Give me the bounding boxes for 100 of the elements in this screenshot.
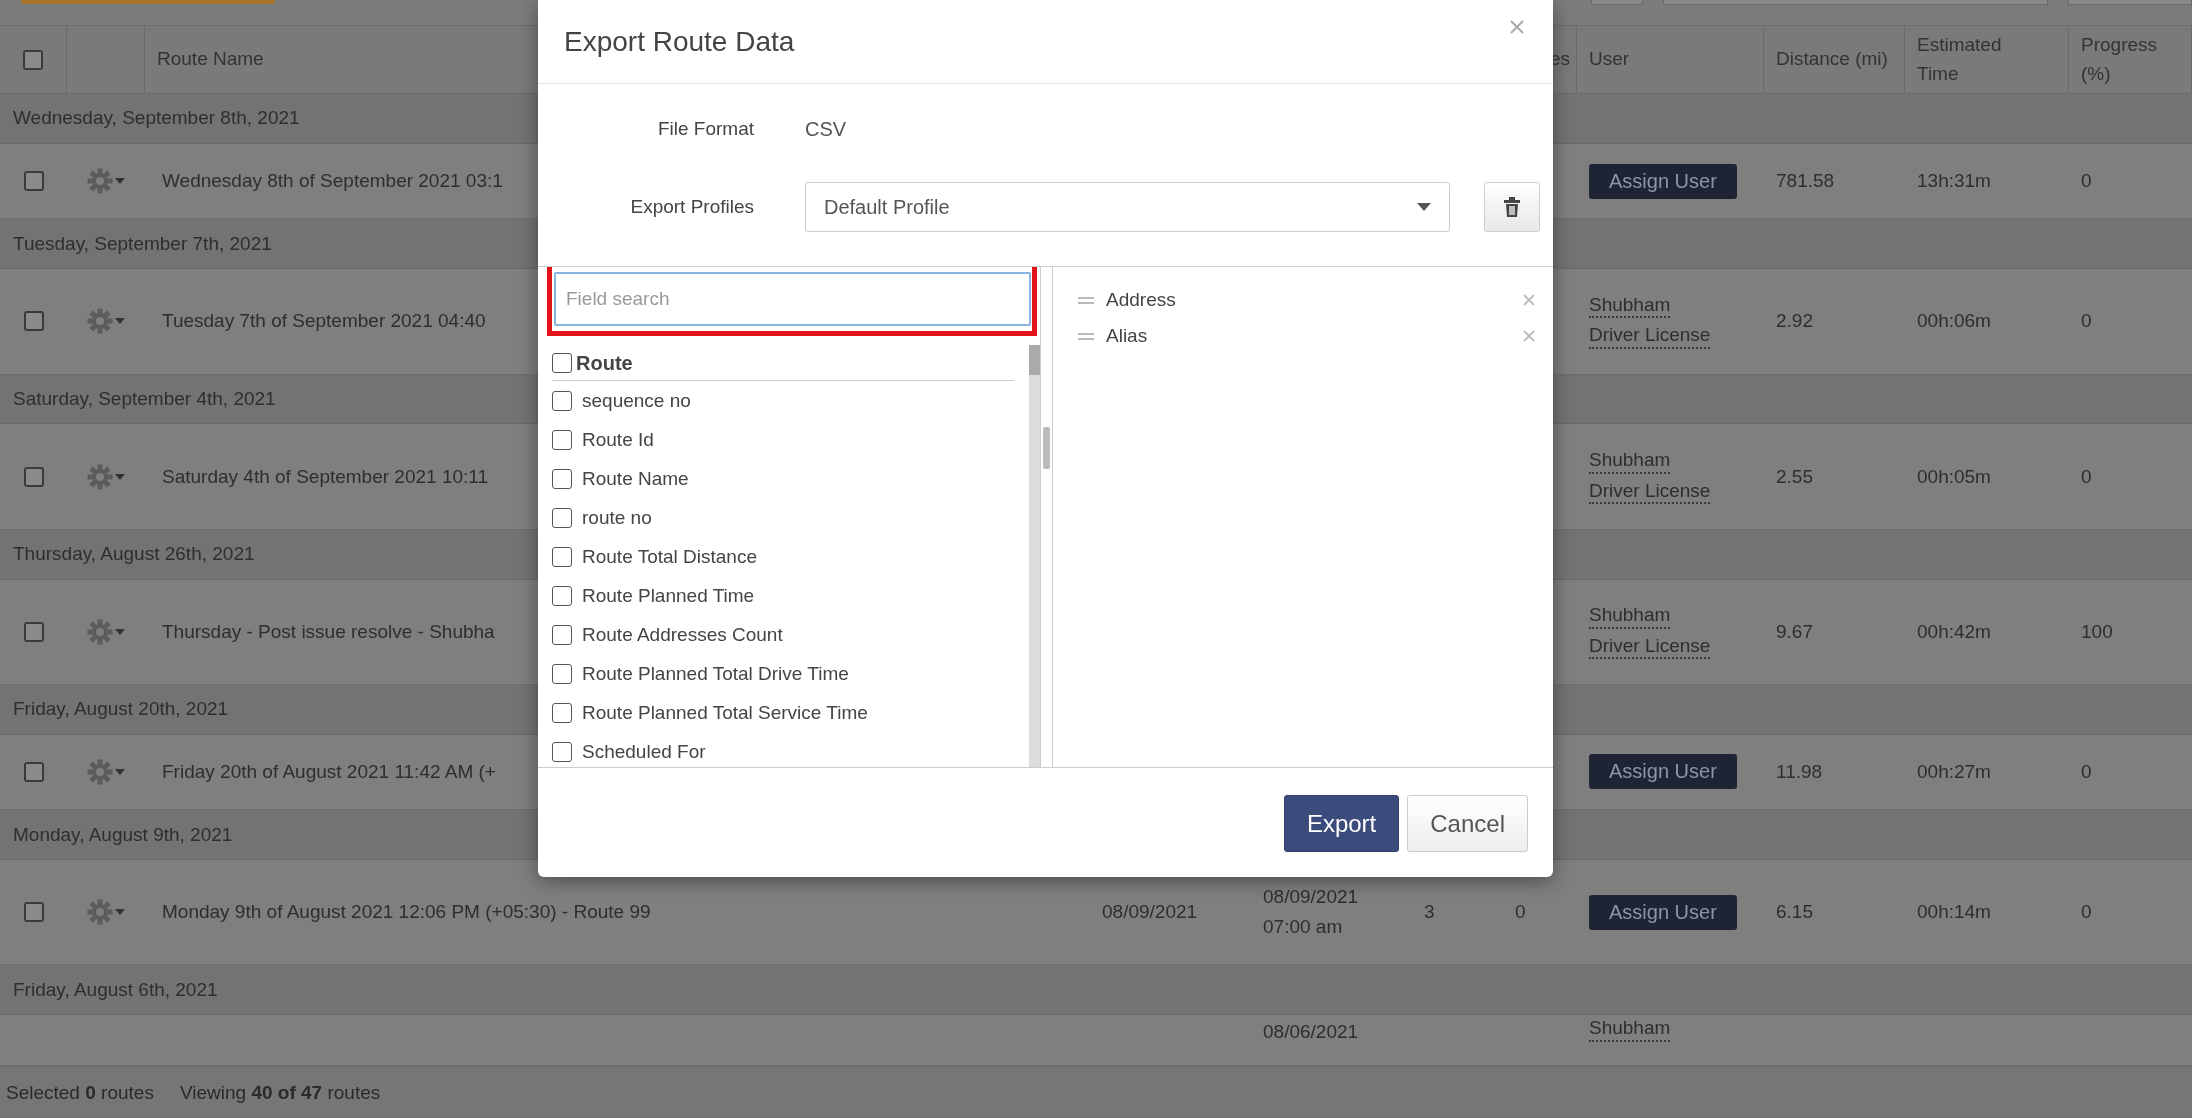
checkbox[interactable]: [552, 663, 572, 684]
route-name[interactable]: Wednesday 8th of September 2021 03:1: [162, 170, 503, 193]
route-name[interactable]: Friday 20th of August 2021 11:42 AM (+: [162, 761, 496, 783]
checkbox[interactable]: [552, 429, 572, 450]
selected-field[interactable]: Alias: [1106, 325, 1511, 347]
checkbox[interactable]: [552, 390, 572, 411]
field-search-input[interactable]: Field search: [554, 272, 1031, 326]
checkbox[interactable]: [552, 741, 572, 762]
user-link[interactable]: Driver License: [1589, 479, 1711, 505]
field-label: Export Profiles: [629, 196, 754, 218]
route-name[interactable]: Monday 9th of August 2021 12:06 PM (+05:30) - Route 99: [162, 901, 651, 924]
assign-user-button[interactable]: Assign User: [1589, 894, 1737, 930]
field-label: Route Planned Total Drive Time: [582, 662, 849, 685]
close-button[interactable]: [1509, 18, 1525, 35]
user-link[interactable]: Driver License: [1589, 634, 1711, 660]
selected-field[interactable]: Address: [1106, 289, 1511, 311]
scroll-thumb[interactable]: [1029, 345, 1040, 375]
checkbox[interactable]: [23, 311, 44, 332]
route-name[interactable]: Thursday - Post issue resolve - Shubha: [162, 620, 495, 643]
field-value: CSV: [805, 117, 847, 141]
user-link[interactable]: Shubham: [1589, 603, 1671, 629]
settings-dropdown[interactable]: [87, 899, 125, 926]
cancel-button[interactable]: Cancel: [1407, 795, 1528, 852]
table-cell: 00h:42m: [1917, 620, 1991, 643]
checkbox[interactable]: [552, 546, 572, 567]
caret-icon: [115, 318, 125, 325]
table-cell-text: 08/06/2021: [1263, 1020, 1359, 1045]
checkbox[interactable]: [23, 49, 43, 70]
remove-button[interactable]: [1523, 294, 1535, 306]
gear-icon: [87, 308, 113, 335]
field-label: Route Id: [582, 428, 654, 451]
table-cell: 11.98: [1776, 761, 1823, 783]
export-button[interactable]: Export: [1283, 795, 1400, 852]
table-cell: 6.15: [1776, 901, 1813, 924]
gear-icon: [87, 618, 113, 645]
user-link[interactable]: Shubham: [1589, 448, 1671, 474]
close-icon: [1523, 330, 1535, 342]
checkbox[interactable]: [23, 902, 44, 923]
resize-handle[interactable]: [1043, 427, 1050, 469]
user-link[interactable]: Shubham: [1589, 1017, 1671, 1043]
column-header[interactable]: Estimated Time: [1917, 31, 2029, 88]
settings-dropdown[interactable]: [87, 308, 125, 335]
checkbox[interactable]: [552, 585, 572, 606]
caret-icon: [1417, 203, 1431, 211]
field-label: Route Addresses Count: [582, 623, 783, 646]
assign-user-button[interactable]: Assign User: [1589, 163, 1737, 199]
table-cell: 100: [2081, 620, 2113, 643]
gear-icon: [87, 759, 113, 785]
route-name[interactable]: Saturday 4th of September 2021 10:11: [162, 465, 489, 488]
checkbox[interactable]: [552, 468, 572, 489]
column-header[interactable]: Route Name: [157, 45, 264, 74]
checkbox[interactable]: [552, 624, 572, 645]
scrollbar[interactable]: [1029, 345, 1040, 767]
checkbox[interactable]: [552, 353, 572, 373]
settings-dropdown[interactable]: [87, 463, 125, 490]
gear-icon: [87, 463, 113, 490]
status-text: Viewing 40 of 47 routes: [179, 1081, 381, 1104]
checkbox[interactable]: [23, 171, 44, 192]
caret-icon: [115, 769, 125, 775]
group-header: Monday, August 9th, 2021: [13, 823, 233, 846]
checkbox[interactable]: [23, 621, 44, 642]
close-icon: [1523, 294, 1535, 306]
column-header[interactable]: Progress (%): [2081, 31, 2191, 88]
table-cell: 2.92: [1776, 310, 1813, 333]
trash-icon: [1503, 197, 1521, 217]
profile-dropdown[interactable]: Default Profile: [805, 182, 1450, 232]
field-label: Route Total Distance: [582, 545, 757, 568]
checkbox[interactable]: [23, 762, 44, 782]
table-cell: 2.55: [1776, 465, 1813, 488]
drag-handle-icon: [1078, 332, 1094, 340]
status-text: Selected 0 routes: [6, 1081, 154, 1104]
close-icon: [1509, 18, 1525, 35]
table-cell: 08/09/2021: [1102, 901, 1198, 924]
route-name[interactable]: Tuesday 7th of September 2021 04:40: [162, 310, 486, 333]
table-cell: 13h:31m: [1917, 170, 1991, 193]
settings-dropdown[interactable]: [87, 618, 125, 645]
group-label: Route: [576, 351, 633, 375]
assign-user-button[interactable]: Assign User: [1589, 754, 1737, 790]
column-header[interactable]: User: [1589, 45, 1630, 74]
group-header: Tuesday, September 7th, 2021: [13, 232, 272, 255]
table-cell: 0: [2081, 901, 2092, 924]
delete-button[interactable]: [1484, 182, 1540, 232]
table-cell: 0: [2081, 761, 2092, 783]
settings-dropdown[interactable]: [87, 759, 125, 785]
caret-icon: [115, 628, 125, 635]
gear-icon: [87, 168, 113, 195]
table-cell: 0: [1515, 901, 1526, 924]
dialog-title: Export Route Data: [564, 25, 795, 58]
settings-dropdown[interactable]: [87, 168, 125, 195]
user-link[interactable]: Shubham: [1589, 293, 1671, 319]
checkbox[interactable]: [552, 702, 572, 723]
field-label: sequence no: [582, 389, 691, 412]
checkbox[interactable]: [23, 466, 44, 487]
remove-button[interactable]: [1523, 330, 1535, 342]
group-header: Saturday, September 4th, 2021: [13, 388, 276, 410]
column-header[interactable]: Distance (mi): [1776, 45, 1888, 74]
checkbox[interactable]: [552, 507, 572, 528]
field-label: Scheduled For: [582, 740, 706, 763]
group-header: Thursday, August 26th, 2021: [13, 543, 255, 566]
user-link[interactable]: Driver License: [1589, 324, 1711, 350]
